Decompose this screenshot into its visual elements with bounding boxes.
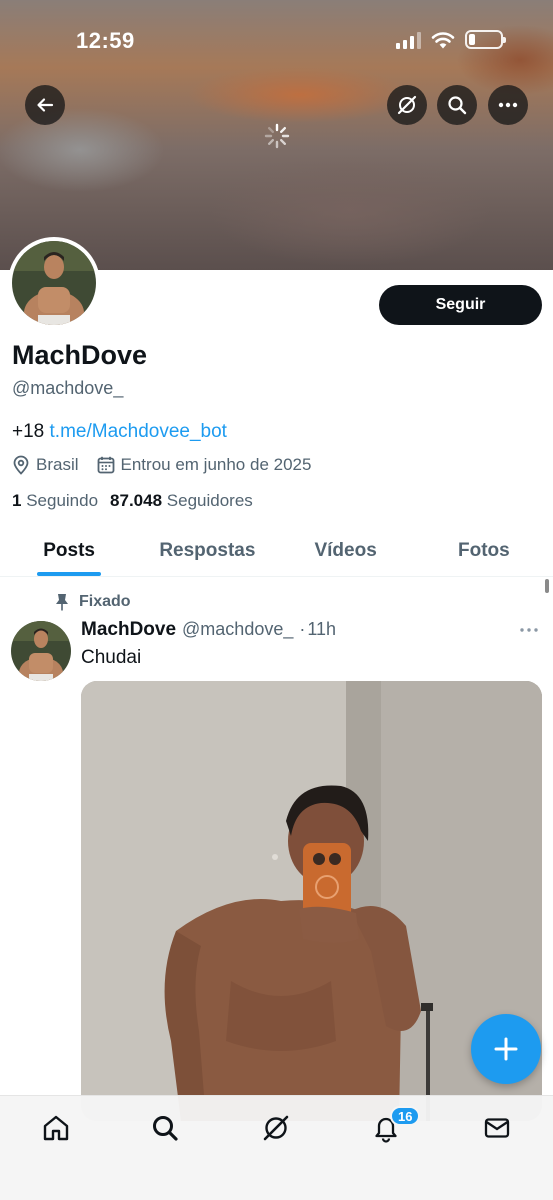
tab-label: Vídeos: [314, 539, 377, 561]
tab-posts[interactable]: Posts: [0, 525, 138, 576]
profile-banner[interactable]: 12:59: [0, 0, 553, 270]
spinner-icon: [264, 123, 290, 149]
grok-icon: [397, 95, 417, 115]
tab-videos[interactable]: Vídeos: [277, 525, 415, 576]
search-icon: [448, 96, 467, 115]
arrow-left-icon: [37, 98, 54, 112]
join-date-text: Entrou em junho de 2025: [120, 455, 312, 474]
mail-icon: [484, 1118, 510, 1138]
nav-messages[interactable]: [479, 1110, 515, 1146]
search-button[interactable]: [437, 85, 477, 125]
post-time[interactable]: 11h: [307, 619, 336, 640]
following-count: 1: [12, 491, 22, 510]
home-icon: [43, 1115, 69, 1141]
tab-photos[interactable]: Fotos: [415, 525, 553, 576]
followers-link[interactable]: 87.048 Seguidores: [110, 491, 253, 511]
pinned-indicator: Fixado: [55, 593, 131, 611]
post-author-name[interactable]: MachDove: [81, 619, 176, 641]
active-tab-indicator: [37, 572, 102, 576]
display-name: MachDove: [12, 340, 148, 370]
grok-button[interactable]: [387, 85, 427, 125]
plus-icon: [494, 1037, 518, 1061]
post-header: MachDove @machdove_ · 11h: [81, 619, 336, 641]
followers-count: 87.048: [110, 491, 163, 510]
pinned-label: Fixado: [79, 593, 131, 610]
status-time: 12:59: [76, 28, 135, 53]
post-text: Chudai: [81, 647, 142, 668]
pin-icon: [56, 594, 68, 611]
scrollbar[interactable]: [545, 579, 549, 593]
bio-link[interactable]: t.me/Machdovee_bot: [50, 421, 227, 442]
grok-icon: [263, 1115, 289, 1141]
compose-button[interactable]: [471, 1014, 541, 1084]
profile-tabs: Posts Respostas Vídeos Fotos: [0, 525, 553, 577]
join-date: Entrou em junho de 2025: [97, 455, 312, 475]
cellular-signal-icon: [396, 31, 421, 49]
notifications-badge: 16: [390, 1106, 421, 1126]
profile-handle: @machdove_: [12, 378, 124, 398]
battery-icon: [465, 30, 506, 49]
followers-label: Seguidores: [166, 491, 253, 510]
post-author-handle[interactable]: @machdove_: [182, 619, 293, 640]
back-button[interactable]: [25, 85, 65, 125]
tab-label: Fotos: [458, 539, 510, 561]
nav-home[interactable]: [38, 1110, 74, 1146]
status-bar: 12:59: [0, 0, 553, 60]
more-horizontal-icon: [520, 628, 538, 632]
more-button[interactable]: [488, 85, 528, 125]
follow-button[interactable]: Seguir: [379, 285, 542, 325]
location: Brasil: [12, 455, 79, 475]
calendar-icon: [97, 456, 114, 474]
more-horizontal-icon: [498, 102, 518, 108]
nav-search[interactable]: [147, 1110, 183, 1146]
post-author-avatar[interactable]: [11, 621, 71, 681]
following-link[interactable]: 1 Seguindo: [12, 491, 98, 511]
nav-grok[interactable]: [258, 1110, 294, 1146]
bio-text: +18: [12, 421, 45, 442]
tab-label: Respostas: [159, 539, 256, 561]
location-pin-icon: [13, 455, 29, 475]
follow-counts: 1 Seguindo 87.048 Seguidores: [12, 491, 253, 511]
tab-label: Posts: [43, 539, 95, 561]
location-text: Brasil: [36, 455, 79, 474]
following-label: Seguindo: [26, 491, 99, 510]
tab-replies[interactable]: Respostas: [138, 525, 276, 576]
bio: +18 t.me/Machdovee_bot: [12, 421, 227, 443]
post-more-button[interactable]: [519, 620, 539, 645]
bottom-navigation: 16: [0, 1095, 553, 1200]
avatar-image: [12, 241, 96, 325]
status-icons: [396, 30, 506, 49]
profile-meta: Brasil Entrou em junho de 2025: [12, 455, 329, 475]
profile-avatar[interactable]: [8, 237, 100, 329]
post-separator: ·: [299, 619, 306, 639]
search-icon: [153, 1116, 178, 1141]
wifi-icon: [431, 31, 455, 48]
